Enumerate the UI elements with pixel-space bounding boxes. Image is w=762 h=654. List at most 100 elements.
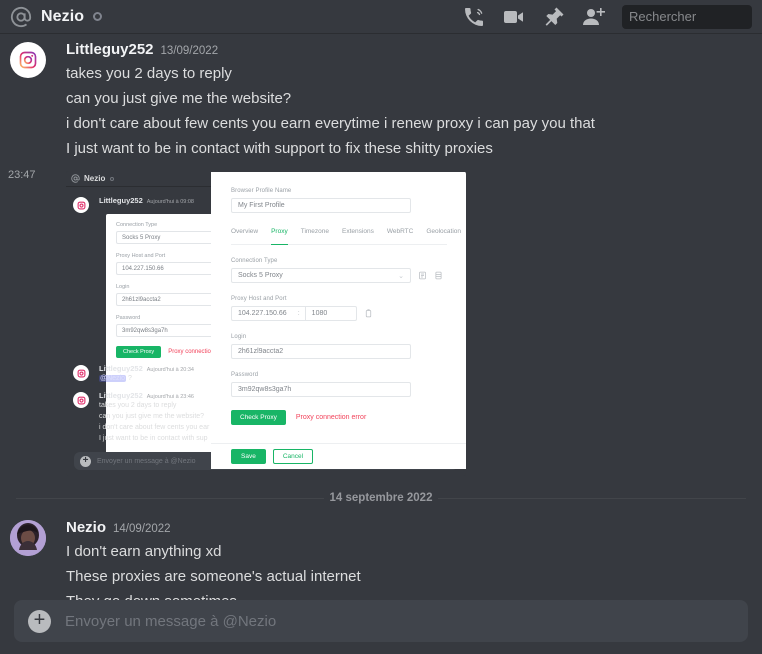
avatar[interactable] (10, 520, 46, 556)
message-timestamp: Aujourd'hui à 23:46 (146, 394, 194, 400)
check-proxy-button: Check Proxy (116, 346, 162, 358)
message-list[interactable]: Littleguy252 13/09/2022 takes you 2 days… (0, 34, 762, 612)
profile-name-field: My First Profile (231, 198, 411, 213)
copy-icon (365, 309, 371, 318)
nested-page-title: Nezio (84, 174, 106, 183)
call-icon[interactable] (462, 5, 486, 29)
instagram-icon (77, 369, 85, 377)
message-timestamp: 23:47 (8, 169, 36, 181)
avatar[interactable] (10, 42, 46, 78)
message-author: Littleguy252 (99, 364, 143, 373)
image-attachment[interactable]: Nezio Littleguy252 Aujourd'hui à 09:08 C… (66, 171, 466, 476)
host-port-row: Proxy Host and Port 104.227.150.66 : 108… (231, 296, 447, 321)
date-divider: 14 septembre 2022 (16, 492, 746, 504)
avatar (73, 392, 89, 408)
proxy-settings-dialog: Browser Profile Name My First Profile Ov… (211, 172, 466, 469)
message-header: Nezio 14/09/2022 (66, 518, 750, 539)
login-row: Login 2h61zl9accta2 (231, 334, 447, 359)
connection-type-control: Socks 5 Proxy ⌄ (231, 268, 447, 283)
tab-webrtc: WebRTC (386, 228, 414, 235)
instagram-icon (19, 51, 37, 69)
channel-header: Nezio Rechercher (0, 0, 762, 34)
message-author[interactable]: Nezio (66, 518, 106, 538)
login-label: Login (231, 334, 247, 340)
search-placeholder: Rechercher (629, 9, 697, 24)
message-author: Littleguy252 (99, 196, 143, 205)
message-header: Littleguy252 13/09/2022 (66, 40, 750, 61)
avatar (73, 197, 89, 213)
list-icon (435, 271, 442, 280)
dialog-content: Browser Profile Name My First Profile Ov… (211, 172, 466, 425)
chevron-down-icon: ⌄ (398, 272, 404, 280)
profile-name-label: Browser Profile Name (231, 188, 292, 194)
dialog-footer: Save Cancel (211, 443, 466, 469)
message-line: I don't earn anything xd (66, 543, 222, 560)
tab-timezone: Timezone (300, 228, 330, 235)
message-group-nezio: Nezio 14/09/2022 I don't earn anything x… (0, 512, 762, 612)
message-group-littleguy252: Littleguy252 13/09/2022 takes you 2 days… (0, 34, 762, 161)
connection-type-row: Connection Type Socks 5 Proxy ⌄ (231, 258, 447, 283)
instagram-icon (77, 396, 85, 404)
host-port-control: 104.227.150.66 : 1080 (231, 306, 447, 321)
proxy-error-text: Proxy connection error (295, 414, 367, 421)
message-timestamp: Aujourd'hui à 20:34 (146, 367, 194, 373)
port-field: 1080 (304, 306, 357, 321)
nested-message-text: ? (127, 374, 132, 382)
tab-overview: Overview (231, 228, 259, 235)
connection-type-value: Socks 5 Proxy (122, 234, 161, 241)
message-author[interactable]: Littleguy252 (66, 40, 154, 60)
mention-chip: @Nezio (99, 374, 127, 382)
message-line: can you just give me the website? (66, 90, 292, 107)
search-input[interactable]: Rechercher (622, 4, 752, 29)
import-icon (419, 271, 426, 280)
message-line: takes you 2 days to reply (66, 65, 232, 82)
host-port-fields: 104.227.150.66 : 1080 (231, 306, 357, 321)
message-line: i don't care about few cents you earn ev… (66, 115, 595, 132)
divider-line-left (16, 497, 324, 499)
divider-label: 14 septembre 2022 (329, 492, 433, 504)
message-line: I just want to be in contact with suppor… (66, 140, 493, 157)
divider-line-right (438, 497, 746, 499)
dialog-tabs: Overview Proxy Timezone Extensions WebRT… (231, 228, 461, 245)
plus-icon[interactable]: + (28, 609, 51, 633)
at-icon (10, 6, 32, 27)
status-badge (93, 12, 103, 21)
host-label: Proxy Host and Port (231, 296, 287, 302)
cancel-button: Cancel (272, 449, 314, 464)
nested-composer-placeholder: Envoyer un message à @Nezio (97, 457, 196, 465)
nested-status-badge (110, 176, 115, 181)
add-friend-icon[interactable] (582, 5, 606, 29)
message-timestamp: Aujourd'hui à 09:08 (146, 199, 194, 205)
host-port-separator: : (292, 306, 305, 321)
message-author: Littleguy252 (99, 391, 143, 400)
tab-proxy: Proxy (271, 228, 288, 245)
password-label: Password (231, 372, 259, 378)
connection-type-label: Connection Type (231, 258, 278, 264)
message-timestamp: 13/09/2022 (160, 45, 219, 57)
message-input[interactable] (65, 612, 734, 630)
message-line: These proxies are someone's actual inter… (66, 568, 361, 585)
host-field: 104.227.150.66 (231, 306, 293, 321)
video-call-icon[interactable] (502, 5, 526, 29)
login-field: 2h61zl9accta2 (231, 344, 411, 359)
pin-icon[interactable] (542, 5, 566, 29)
at-icon (71, 174, 80, 183)
message-group-attachment: 23:47 Nezio Littleguy252 Aujourd'hui à 0… (0, 161, 762, 476)
save-button: Save (231, 449, 266, 464)
message-timestamp: 14/09/2022 (113, 523, 171, 535)
discord-dm-window: Nezio Rechercher Littleguy252 13/09/2022… (0, 0, 762, 654)
page-title: Nezio (41, 7, 85, 25)
tab-geolocation: Geolocation (426, 228, 462, 235)
check-proxy-button: Check Proxy (231, 410, 286, 425)
connection-type-select: Socks 5 Proxy ⌄ (231, 268, 411, 283)
message-composer[interactable]: + (14, 600, 748, 642)
message-body: Littleguy252 13/09/2022 takes you 2 days… (66, 40, 750, 161)
avatar (73, 365, 89, 381)
plus-icon: + (80, 455, 91, 467)
password-field: 3m92qw8s3ga7h (231, 382, 411, 397)
check-proxy-row: Check Proxy Proxy connection error (231, 410, 447, 425)
message-body: Nezio 14/09/2022 I don't earn anything x… (66, 518, 750, 612)
tab-extensions: Extensions (342, 228, 374, 235)
password-row: Password 3m92qw8s3ga7h (231, 372, 447, 397)
connection-type-value: Socks 5 Proxy (238, 272, 283, 279)
